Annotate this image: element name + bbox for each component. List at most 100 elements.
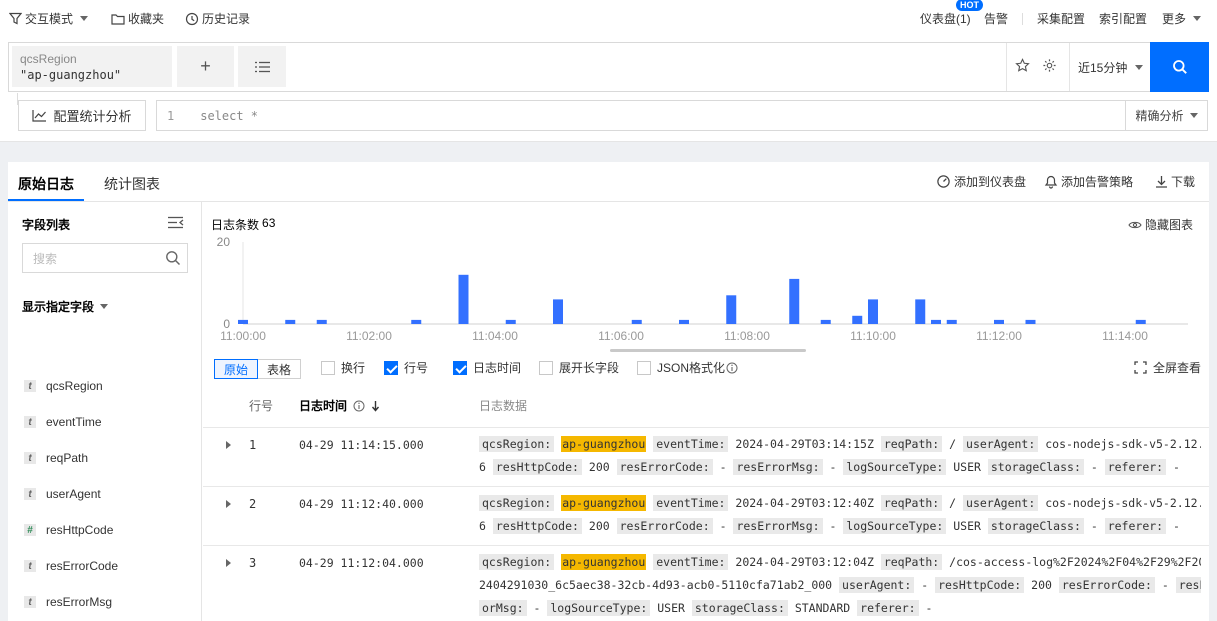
view-raw-button[interactable]: 原始 xyxy=(214,359,258,379)
log-time-checkbox[interactable] xyxy=(453,360,467,375)
add-alarm-policy-button[interactable]: 添加告警策略 xyxy=(1044,173,1133,190)
histogram-bar[interactable] xyxy=(1135,319,1146,324)
log-field-value[interactable]: USER xyxy=(953,460,981,474)
view-table-button[interactable]: 表格 xyxy=(258,359,301,379)
histogram-bar[interactable] xyxy=(458,274,469,324)
interaction-mode-dropdown[interactable]: 交互模式 xyxy=(9,10,89,27)
log-field-value-highlighted[interactable]: ap-guangzhou xyxy=(561,495,647,511)
log-field-key[interactable]: storageClass: xyxy=(691,600,788,616)
fullscreen-button[interactable]: 全屏查看 xyxy=(1134,359,1201,376)
log-field-key[interactable]: logSourceType: xyxy=(843,518,947,534)
log-field-key[interactable]: reqPath: xyxy=(880,436,943,452)
show-specified-fields-dropdown[interactable]: 显示指定字段 xyxy=(22,298,109,315)
histogram-bar[interactable] xyxy=(868,299,878,324)
config-stats-button[interactable]: 配置统计分析 xyxy=(18,100,146,131)
expand-row-icon[interactable] xyxy=(226,500,231,508)
wrap-checkbox[interactable] xyxy=(321,360,335,375)
histogram-bar[interactable] xyxy=(820,319,831,324)
json-format-option[interactable]: JSON格式化 xyxy=(637,359,738,376)
sort-down-icon[interactable] xyxy=(371,400,380,412)
wrap-option[interactable]: 换行 xyxy=(321,359,365,376)
log-field-value[interactable]: USER xyxy=(657,601,685,615)
log-field-key[interactable]: resErrorCode: xyxy=(616,459,713,475)
list-view-button[interactable] xyxy=(238,46,286,87)
histogram-bar[interactable] xyxy=(789,278,800,324)
field-item-qcsRegion[interactable]: t qcsRegion xyxy=(24,379,103,393)
log-field-value[interactable]: cos-nodejs-sdk-v5-2.12. xyxy=(1045,496,1201,510)
histogram-bar[interactable] xyxy=(285,319,296,324)
log-field-key[interactable]: qcsRegion: xyxy=(479,495,555,511)
line-number-option[interactable]: 行号 xyxy=(384,359,428,376)
histogram-bar[interactable] xyxy=(631,319,642,324)
log-field-value[interactable]: 6 xyxy=(479,519,486,533)
log-field-key[interactable]: eventTime: xyxy=(653,554,729,570)
filter-tag[interactable]: qcsRegion "ap-guangzhou" xyxy=(12,46,172,87)
field-item-reqPath[interactable]: t reqPath xyxy=(24,451,88,465)
log-field-key[interactable]: referer: xyxy=(857,600,919,616)
add-filter-button[interactable]: + xyxy=(177,46,234,87)
alarm-link[interactable]: 告警 xyxy=(984,10,1008,27)
expand-long-checkbox[interactable] xyxy=(539,360,553,375)
log-field-key[interactable]: resHttpCode: xyxy=(935,577,1025,593)
log-field-key[interactable]: orMsg: xyxy=(479,600,527,616)
log-field-key[interactable]: resErr xyxy=(1175,577,1201,593)
log-field-value[interactable]: /cos-access-log%2F2024%2F04%2F29%2F20 xyxy=(949,555,1201,569)
log-field-key[interactable]: logSourceType: xyxy=(843,459,947,475)
table-row[interactable]: 3 04-29 11:12:04.000 qcsRegion: ap-guangzh… xyxy=(203,545,1209,621)
log-field-key[interactable]: reqPath: xyxy=(880,554,943,570)
log-field-key[interactable]: userAgent: xyxy=(963,495,1039,511)
log-field-value[interactable]: - xyxy=(1091,519,1098,533)
log-field-key[interactable]: qcsRegion: xyxy=(479,554,555,570)
histogram-bar[interactable] xyxy=(316,319,327,324)
field-search-input[interactable]: 搜索 xyxy=(22,243,188,273)
log-field-value[interactable]: - xyxy=(533,601,540,615)
log-field-value[interactable]: 2024-04-29T03:12:40Z xyxy=(735,496,873,510)
chart-scrollbar[interactable] xyxy=(610,349,806,352)
log-field-key[interactable]: eventTime: xyxy=(653,436,729,452)
collect-config-link[interactable]: 采集配置 xyxy=(1037,10,1085,27)
collapse-sidebar-icon[interactable] xyxy=(168,216,184,232)
histogram-bar[interactable] xyxy=(726,295,737,324)
log-field-value-highlighted[interactable]: ap-guangzhou xyxy=(561,436,647,452)
log-field-value[interactable]: 200 xyxy=(589,519,610,533)
histogram-bar[interactable] xyxy=(238,319,248,324)
log-field-key[interactable]: resHttpCode: xyxy=(492,518,582,534)
log-field-value[interactable]: cos-nodejs-sdk-v5-2.12. xyxy=(1045,437,1201,451)
log-field-key[interactable]: resErrorCode: xyxy=(1058,577,1155,593)
histogram-bar[interactable] xyxy=(852,315,863,324)
more-dropdown[interactable]: 更多 xyxy=(1162,10,1202,27)
histogram-bar[interactable] xyxy=(505,319,516,324)
log-field-key[interactable]: storageClass: xyxy=(987,518,1084,534)
log-field-key[interactable]: resErrorMsg: xyxy=(733,459,823,475)
search-query-box[interactable]: qcsRegion "ap-guangzhou" + 近15分钟 xyxy=(8,42,1209,92)
table-row[interactable]: 1 04-29 11:14:15.000 qcsRegion: ap-guangzh… xyxy=(203,427,1209,486)
log-field-value[interactable]: - xyxy=(829,519,836,533)
tab-stats-chart[interactable]: 统计图表 xyxy=(104,174,160,194)
dashboard-link[interactable]: 仪表盘(1) xyxy=(920,10,971,27)
log-field-value[interactable]: - xyxy=(720,460,727,474)
search-button[interactable] xyxy=(1150,42,1209,92)
log-field-value[interactable]: 200 xyxy=(589,460,610,474)
index-config-link[interactable]: 索引配置 xyxy=(1099,10,1147,27)
histogram-bar[interactable] xyxy=(679,319,689,324)
expand-long-option[interactable]: 展开长字段 xyxy=(539,359,619,376)
json-format-checkbox[interactable] xyxy=(637,360,651,375)
log-field-value[interactable]: 2024-04-29T03:12:04Z xyxy=(735,555,873,569)
time-range-dropdown[interactable]: 近15分钟 xyxy=(1078,59,1144,76)
log-field-key[interactable]: resErrorCode: xyxy=(616,518,713,534)
column-header-log-time[interactable]: 日志时间 xyxy=(299,397,380,414)
log-field-value[interactable]: - xyxy=(1091,460,1098,474)
log-field-value[interactable]: USER xyxy=(953,519,981,533)
log-field-key[interactable]: userAgent: xyxy=(963,436,1039,452)
log-field-value[interactable]: - xyxy=(1162,578,1169,592)
exact-analysis-dropdown[interactable]: 精确分析 xyxy=(1126,100,1208,131)
table-row[interactable]: 2 04-29 11:12:40.000 qcsRegion: ap-guangzh… xyxy=(203,486,1209,545)
download-button[interactable]: 下载 xyxy=(1155,173,1195,190)
log-field-key[interactable]: referer: xyxy=(1104,459,1167,475)
log-field-value[interactable]: 2404291030_6c5aec38-32cb-4d93-acb0-5110c… xyxy=(479,578,832,592)
expand-row-icon[interactable] xyxy=(226,441,231,449)
field-item-resHttpCode[interactable]: # resHttpCode xyxy=(24,523,113,537)
field-item-resErrorMsg[interactable]: t resErrorMsg xyxy=(24,595,112,609)
log-field-key[interactable]: qcsRegion: xyxy=(479,436,555,452)
histogram-bar[interactable] xyxy=(553,299,563,324)
